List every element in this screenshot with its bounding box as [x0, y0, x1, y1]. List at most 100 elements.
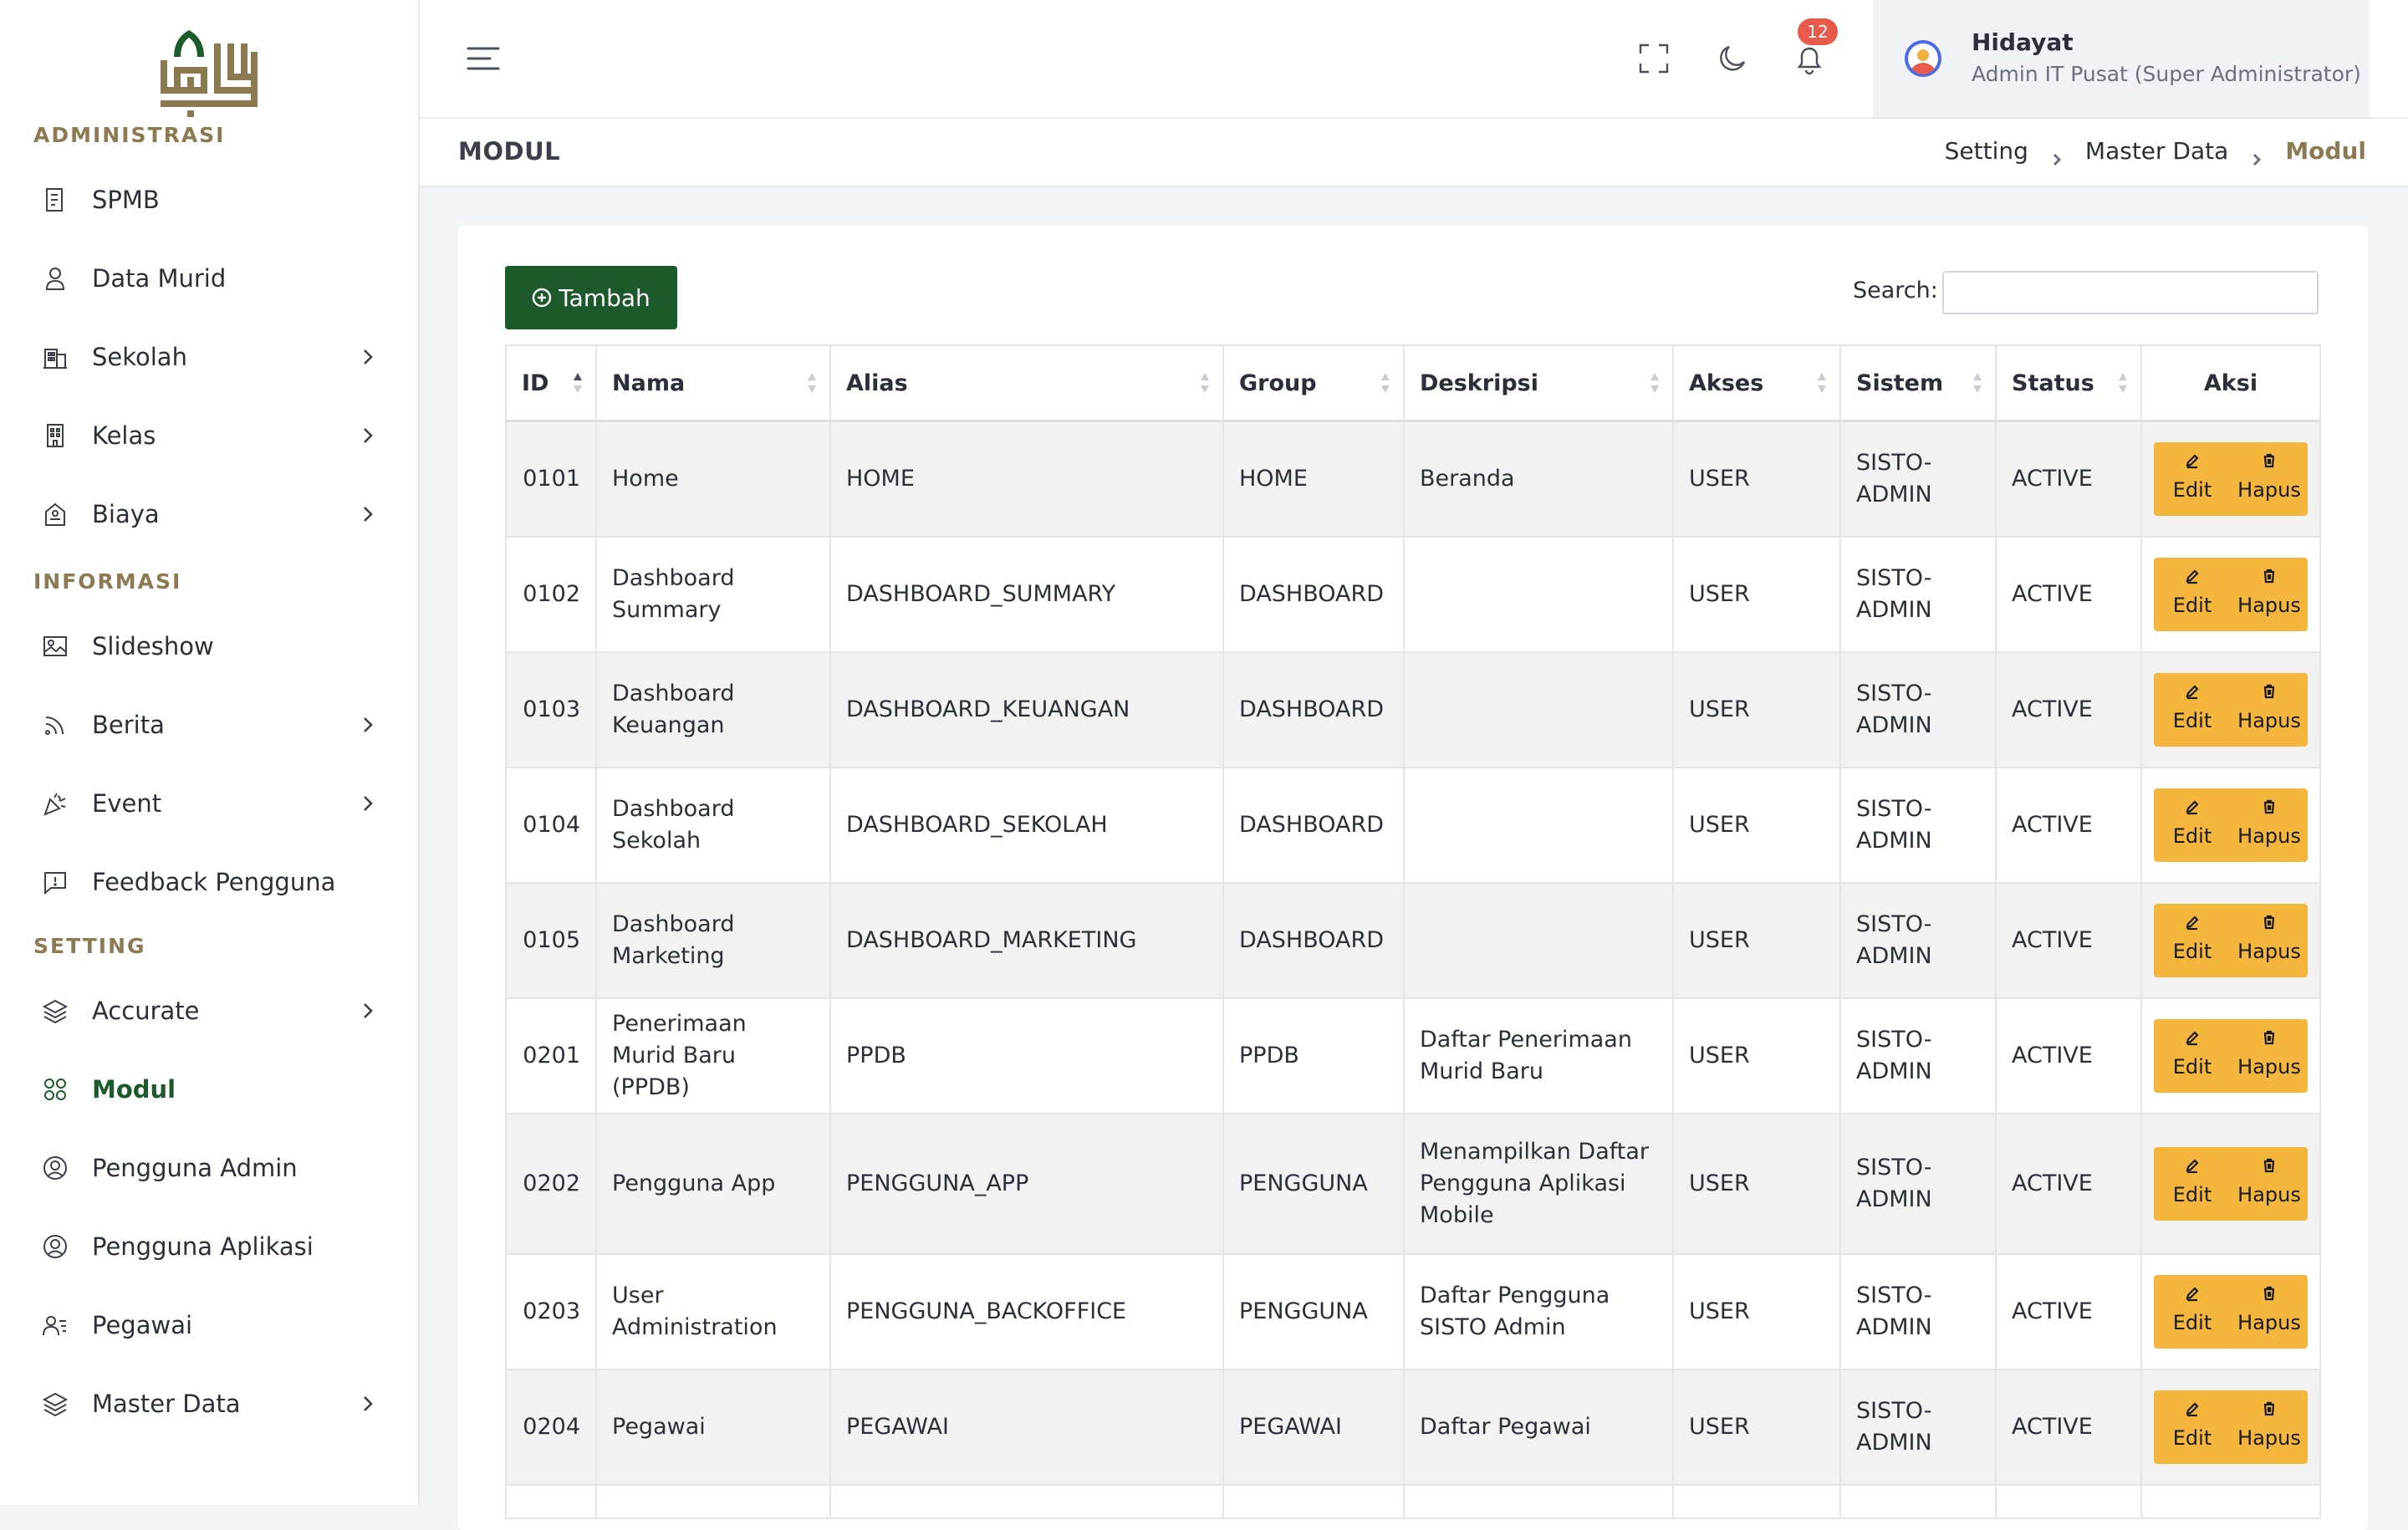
row-action-group: Edit Hapus	[2154, 1018, 2308, 1093]
column-header-label: Alias	[846, 370, 908, 396]
breadcrumb-master-data[interactable]: Master Data	[2085, 137, 2228, 165]
user-role: Admin IT Pusat (Super Administrator)	[1972, 62, 2361, 86]
delete-button[interactable]: Hapus	[2231, 788, 2308, 862]
table-row: 0101 Home HOME HOME Beranda USER SISTO-ADMIN AC…	[505, 420, 2321, 538]
cell-id: 0104	[505, 766, 597, 884]
column-header-group[interactable]: Group	[1222, 344, 1405, 422]
modul-table-card: Tambah Search: ID Nama Alias Group Deskripsi…	[458, 226, 2368, 1530]
cell-deskripsi	[1403, 650, 1674, 768]
edit-button-label: Edit	[2172, 1182, 2212, 1206]
user-name: Hidayat	[1972, 28, 2074, 56]
edit-button[interactable]: Edit	[2154, 673, 2231, 747]
add-button[interactable]: Tambah	[505, 266, 677, 329]
sidebar-item-slideshow[interactable]: Slideshow	[0, 607, 418, 686]
column-header-id[interactable]: ID	[505, 344, 597, 422]
edit-button[interactable]: Edit	[2154, 558, 2231, 631]
sidebar-item-label: Accurate	[92, 997, 200, 1025]
breadcrumb-setting[interactable]: Setting	[1945, 137, 2028, 165]
edit-button[interactable]: Edit	[2154, 442, 2231, 516]
cell-deskripsi: Daftar Pengguna SISTO Admin	[1403, 1252, 1674, 1370]
fullscreen-icon[interactable]	[1635, 40, 1672, 77]
sidebar-item-label: Master Data	[92, 1390, 241, 1418]
delete-button-label: Hapus	[2237, 1054, 2301, 1079]
cell-aksi: Edit Hapus	[2140, 1252, 2321, 1370]
cell-status: ACTIVE	[1995, 1112, 2142, 1255]
sidebar-item-label: Event	[92, 789, 162, 818]
table-row: 0102 Dashboard Summary DASHBOARD_SUMMARY DA…	[505, 535, 2321, 653]
delete-button[interactable]: Hapus	[2231, 558, 2308, 631]
sidebar-item-feedback-pengguna[interactable]: Feedback Pengguna	[0, 843, 418, 921]
edit-button-label: Edit	[2172, 477, 2212, 502]
sidebar-item-pengguna-admin[interactable]: Pengguna Admin	[0, 1129, 418, 1207]
edit-button[interactable]: Edit	[2154, 788, 2231, 862]
cell-id: 0201	[505, 997, 597, 1114]
cell-status: ACTIVE	[1995, 997, 2142, 1114]
cell-aksi: Edit Hapus	[2140, 881, 2321, 999]
sort-arrows-icon	[1816, 371, 1828, 395]
sidebar-item-kelas[interactable]: Kelas	[0, 396, 418, 475]
pencil-icon	[2186, 1401, 2199, 1416]
column-header-label: Sistem	[1856, 370, 1944, 396]
cell-id: 0103	[505, 650, 597, 768]
cell-status: ACTIVE	[1995, 1252, 2142, 1370]
dark-mode-moon-icon[interactable]	[1714, 40, 1751, 77]
sidebar-item-berita[interactable]: Berita	[0, 686, 418, 764]
edit-button[interactable]: Edit	[2154, 1019, 2231, 1093]
chevron-right-icon	[356, 792, 380, 815]
delete-button[interactable]: Hapus	[2231, 442, 2308, 516]
cell-deskripsi	[1403, 766, 1674, 884]
sidebar-item-event[interactable]: Event	[0, 764, 418, 843]
search-label: Search:	[1853, 278, 1938, 303]
delete-button[interactable]: Hapus	[2231, 1019, 2308, 1093]
party-icon	[40, 788, 70, 819]
sidebar-item-label: Sekolah	[92, 343, 187, 371]
sidebar-item-master-data[interactable]: Master Data	[0, 1364, 418, 1443]
delete-button[interactable]: Hapus	[2231, 1147, 2308, 1221]
search-input[interactable]	[1942, 271, 2319, 314]
edit-button[interactable]: Edit	[2154, 1390, 2231, 1464]
row-action-group: Edit Hapus	[2154, 1146, 2308, 1221]
user-profile-menu[interactable]: Hidayat Admin IT Pusat (Super Administra…	[1873, 0, 2370, 117]
edit-button[interactable]: Edit	[2154, 904, 2231, 977]
delete-button[interactable]: Hapus	[2231, 1275, 2308, 1349]
delete-button[interactable]: Hapus	[2231, 1390, 2308, 1464]
sidebar-item-biaya[interactable]: Biaya	[0, 475, 418, 553]
cell-deskripsi	[1403, 1483, 1674, 1519]
sidebar-item-label: Kelas	[92, 421, 156, 450]
brand-logo[interactable]	[157, 27, 264, 117]
hamburger-menu-icon[interactable]	[465, 42, 502, 75]
notification-bell-icon[interactable]	[1791, 40, 1828, 77]
sidebar-item-label: SPMB	[92, 186, 160, 214]
column-header-nama[interactable]: Nama	[595, 344, 831, 422]
sidebar-item-modul[interactable]: Modul	[0, 1050, 418, 1129]
cell-akses: USER	[1672, 881, 1841, 999]
cell-alias: PENGGUNA_APP	[829, 1112, 1224, 1255]
delete-button-label: Hapus	[2237, 593, 2301, 617]
column-header-deskripsi[interactable]: Deskripsi	[1403, 344, 1674, 422]
delete-button-label: Hapus	[2237, 939, 2301, 963]
sidebar-item-data-murid[interactable]: Data Murid	[0, 239, 418, 318]
cell-alias: PPDB	[829, 997, 1224, 1114]
sidebar-item-sekolah[interactable]: Sekolah	[0, 318, 418, 396]
sidebar-item-pengguna-aplikasi[interactable]: Pengguna Aplikasi	[0, 1207, 418, 1286]
pencil-icon	[2186, 915, 2199, 930]
sidebar-item-accurate[interactable]: Accurate	[0, 972, 418, 1050]
cell-sistem: SISTO-ADMIN	[1839, 766, 1997, 884]
sort-arrows-icon	[1972, 371, 1983, 395]
column-header-status[interactable]: Status	[1995, 344, 2142, 422]
cell-group: PENGGUNA	[1222, 1252, 1405, 1370]
cell-akses: USER	[1672, 650, 1841, 768]
sidebar-item-pegawai[interactable]: Pegawai	[0, 1286, 418, 1364]
delete-button[interactable]: Hapus	[2231, 904, 2308, 977]
edit-button[interactable]: Edit	[2154, 1275, 2231, 1349]
column-header-akses[interactable]: Akses	[1672, 344, 1841, 422]
sidebar-item-spmb[interactable]: SPMB	[0, 161, 418, 239]
cell-alias	[829, 1483, 1224, 1519]
edit-button[interactable]: Edit	[2154, 1147, 2231, 1221]
delete-button[interactable]: Hapus	[2231, 673, 2308, 747]
column-header-alias[interactable]: Alias	[829, 344, 1224, 422]
sidebar-item-label: Berita	[92, 711, 165, 739]
cell-status: ACTIVE	[1995, 1368, 2142, 1486]
column-header-sistem[interactable]: Sistem	[1839, 344, 1997, 422]
cell-status: ACTIVE	[1995, 535, 2142, 653]
